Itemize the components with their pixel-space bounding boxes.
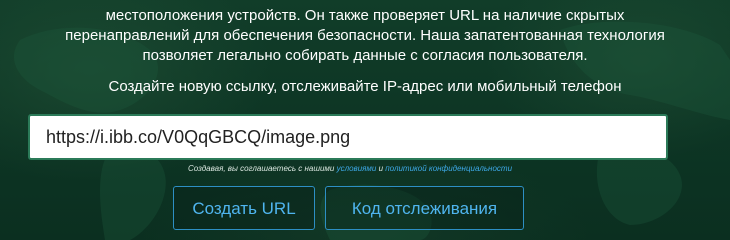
url-input[interactable] bbox=[28, 114, 668, 160]
tracking-code-button[interactable]: Код отслеживания bbox=[325, 186, 524, 230]
terms-notice: Создавая, вы соглашаетесь с нашими услов… bbox=[0, 164, 700, 173]
create-url-button[interactable]: Создать URL bbox=[173, 186, 315, 230]
intro-line: перенаправлений для обеспечения безопасн… bbox=[65, 27, 665, 44]
intro-description: местоположения устройств. Он также прове… bbox=[40, 6, 690, 66]
hero-section: местоположения устройств. Он также прове… bbox=[0, 0, 730, 240]
privacy-policy-link[interactable]: политикой конфиденциальности bbox=[385, 164, 512, 173]
terms-prefix: Создавая, вы соглашаетесь с нашими bbox=[187, 164, 337, 173]
intro-line: местоположения устройств. Он также прове… bbox=[105, 7, 625, 24]
conditions-link[interactable]: условиями bbox=[337, 164, 377, 173]
create-link-prompt: Создайте новую ссылку, отслеживайте IP-а… bbox=[108, 78, 622, 95]
terms-middle: и bbox=[376, 164, 386, 173]
intro-line: позволяет легально собирать данные с сог… bbox=[142, 47, 588, 64]
